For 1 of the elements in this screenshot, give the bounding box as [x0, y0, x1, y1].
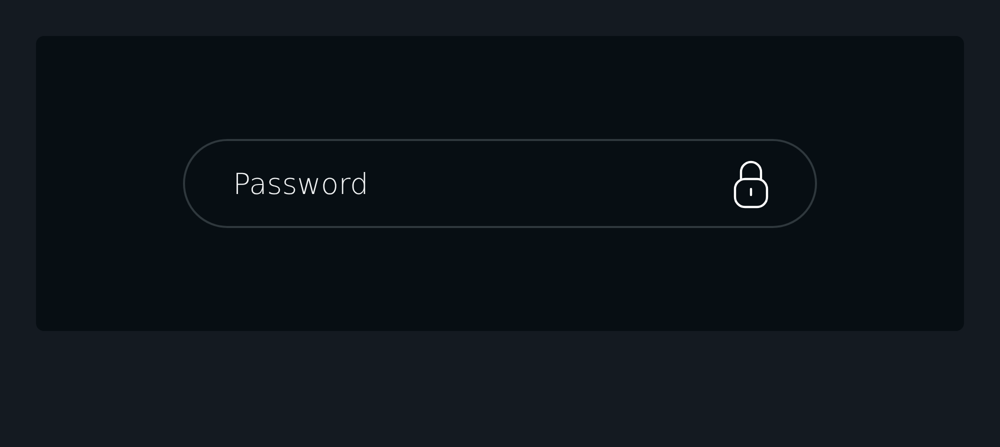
password-field[interactable]: Password	[183, 139, 817, 228]
